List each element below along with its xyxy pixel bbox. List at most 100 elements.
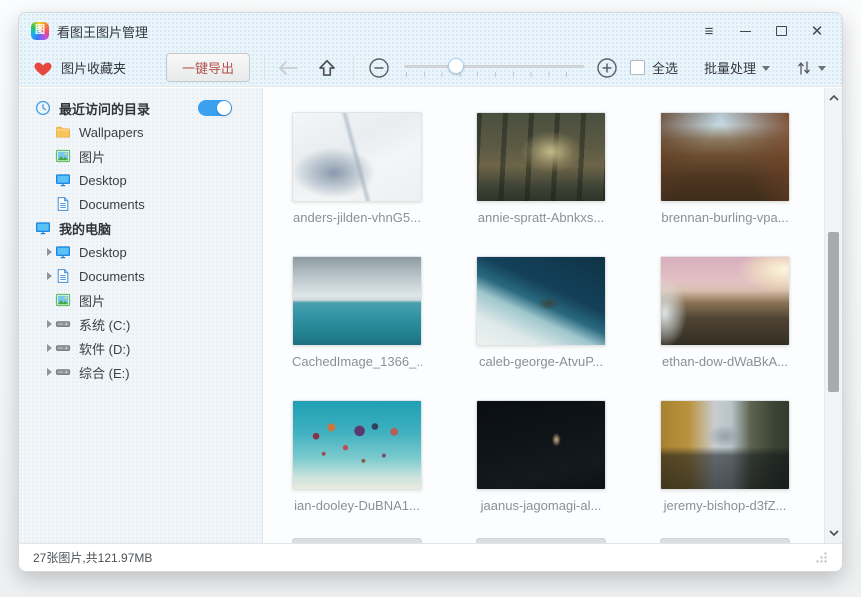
- image-thumbnail[interactable]: [660, 256, 790, 346]
- sidebar-item-pictures-recent[interactable]: 图片: [19, 144, 262, 168]
- batch-process-dropdown[interactable]: 批量处理: [704, 58, 770, 77]
- picture-icon: [55, 292, 71, 308]
- zoom-out-icon[interactable]: [368, 57, 390, 79]
- zoom-in-icon[interactable]: [596, 57, 618, 79]
- sidebar-item-label: Wallpapers: [79, 125, 144, 140]
- sidebar-item-label: 图片: [79, 291, 105, 310]
- image-filename: ethan-dow-dWaBkA...: [660, 354, 790, 369]
- sort-dropdown[interactable]: [796, 59, 826, 77]
- expand-arrow-icon[interactable]: [43, 272, 55, 280]
- expand-arrow-icon[interactable]: [43, 320, 55, 328]
- sidebar-computer-label: 我的电脑: [59, 219, 111, 238]
- clock-icon: [35, 100, 51, 116]
- sidebar-recent-header[interactable]: 最近访问的目录: [19, 96, 262, 120]
- image-item[interactable]: ethan-dow-dWaBkA...: [660, 256, 790, 369]
- select-all-label[interactable]: 全选: [652, 58, 678, 77]
- image-thumbnail[interactable]: [660, 112, 790, 202]
- sidebar-item-desktop[interactable]: Desktop: [19, 240, 262, 264]
- image-thumbnail[interactable]: [476, 400, 606, 490]
- sidebar-item-drive-c[interactable]: 系统 (C:): [19, 312, 262, 336]
- select-all-checkbox[interactable]: [630, 60, 645, 75]
- toolbar-divider: [353, 56, 354, 80]
- minimize-icon: [740, 31, 751, 32]
- slider-track[interactable]: [404, 65, 584, 68]
- up-directory-icon[interactable]: [317, 58, 337, 78]
- image-filename: annie-spratt-Abnkxs...: [476, 210, 606, 225]
- image-item[interactable]: caleb-george-AtvuP...: [476, 256, 606, 369]
- image-filename: CachedImage_1366_...: [292, 354, 422, 369]
- drive-icon: [55, 316, 71, 332]
- image-filename: jeremy-bishop-d3fZ...: [660, 498, 790, 513]
- image-thumbnail[interactable]: [476, 256, 606, 346]
- image-thumbnail[interactable]: [292, 112, 422, 202]
- image-grid: anders-jilden-vhnG5... annie-spratt-Abnk…: [263, 88, 824, 513]
- sidebar-item-label: 综合 (E:): [79, 363, 130, 382]
- toolbar-right-group: 全选 批量处理: [630, 58, 826, 77]
- minimize-button[interactable]: [730, 18, 760, 44]
- sidebar-item-label: Documents: [79, 197, 145, 212]
- image-item[interactable]: jeremy-bishop-d3fZ...: [660, 400, 790, 513]
- recent-toggle[interactable]: [198, 100, 232, 116]
- computer-icon: [35, 220, 51, 236]
- resize-grip[interactable]: [815, 551, 828, 564]
- expand-arrow-icon[interactable]: [43, 368, 55, 376]
- desktop-background: 图 看图王图片管理 ≡ ✕ 图片收藏夹 一键导出: [0, 0, 861, 597]
- sidebar-item-label: Desktop: [79, 173, 127, 188]
- maximize-button[interactable]: [766, 18, 796, 44]
- scrollbar-thumb[interactable]: [828, 232, 839, 392]
- menu-icon[interactable]: ≡: [694, 18, 724, 44]
- title-bar[interactable]: 图 看图王图片管理 ≡ ✕: [19, 13, 842, 49]
- app-logo-icon: 图: [31, 22, 49, 40]
- image-item[interactable]: CachedImage_1366_...: [292, 256, 422, 369]
- sidebar-item-label: Desktop: [79, 245, 127, 260]
- expand-arrow-icon[interactable]: [43, 248, 55, 256]
- scroll-down-icon[interactable]: [825, 525, 842, 541]
- batch-process-label: 批量处理: [704, 58, 756, 77]
- toolbar: 图片收藏夹 一键导出: [19, 49, 842, 87]
- vertical-scrollbar[interactable]: [824, 88, 842, 543]
- drive-icon: [55, 364, 71, 380]
- image-thumbnail[interactable]: [292, 256, 422, 346]
- slider-thumb[interactable]: [448, 58, 464, 74]
- sidebar-item-documents[interactable]: Documents: [19, 264, 262, 288]
- status-text: 27张图片,共121.97MB: [33, 549, 152, 566]
- close-button[interactable]: ✕: [802, 18, 832, 44]
- image-thumbnail[interactable]: [660, 400, 790, 490]
- drive-icon: [55, 340, 71, 356]
- status-bar: 27张图片,共121.97MB: [19, 543, 842, 571]
- image-filename: jaanus-jagomagi-al...: [476, 498, 606, 513]
- document-icon: [55, 268, 71, 284]
- export-button[interactable]: 一键导出: [166, 53, 250, 82]
- sidebar-item-drive-e[interactable]: 综合 (E:): [19, 360, 262, 384]
- sidebar-item-wallpapers[interactable]: Wallpapers: [19, 120, 262, 144]
- desktop-icon: [55, 244, 71, 260]
- zoom-slider[interactable]: [404, 55, 584, 81]
- maximize-icon: [776, 26, 787, 36]
- image-thumbnail[interactable]: [292, 400, 422, 490]
- sidebar-item-documents-recent[interactable]: Documents: [19, 192, 262, 216]
- sidebar-item-pictures[interactable]: 图片: [19, 288, 262, 312]
- image-item[interactable]: anders-jilden-vhnG5...: [292, 112, 422, 225]
- image-grid-area: anders-jilden-vhnG5... annie-spratt-Abnk…: [263, 88, 824, 543]
- image-filename: brennan-burling-vpa...: [660, 210, 790, 225]
- chevron-down-icon: [762, 66, 770, 71]
- expand-arrow-icon[interactable]: [43, 344, 55, 352]
- scroll-up-icon[interactable]: [825, 90, 842, 106]
- image-item[interactable]: jaanus-jagomagi-al...: [476, 400, 606, 513]
- back-icon[interactable]: [277, 59, 299, 77]
- favorites-label[interactable]: 图片收藏夹: [61, 58, 126, 77]
- image-thumbnail[interactable]: [476, 112, 606, 202]
- window-controls: ≡ ✕: [694, 18, 832, 44]
- image-item[interactable]: annie-spratt-Abnkxs...: [476, 112, 606, 225]
- sidebar-item-desktop-recent[interactable]: Desktop: [19, 168, 262, 192]
- sidebar-item-drive-d[interactable]: 软件 (D:): [19, 336, 262, 360]
- image-item[interactable]: ian-dooley-DuBNA1...: [292, 400, 422, 513]
- toolbar-divider: [264, 56, 265, 80]
- folder-sidebar: 最近访问的目录 Wallpapers: [19, 88, 263, 543]
- image-item[interactable]: brennan-burling-vpa...: [660, 112, 790, 225]
- sidebar-item-label: 系统 (C:): [79, 315, 130, 334]
- document-icon: [55, 196, 71, 212]
- app-window: 图 看图王图片管理 ≡ ✕ 图片收藏夹 一键导出: [18, 12, 843, 572]
- sidebar-computer-header[interactable]: 我的电脑: [19, 216, 262, 240]
- content-area: 最近访问的目录 Wallpapers: [19, 88, 842, 543]
